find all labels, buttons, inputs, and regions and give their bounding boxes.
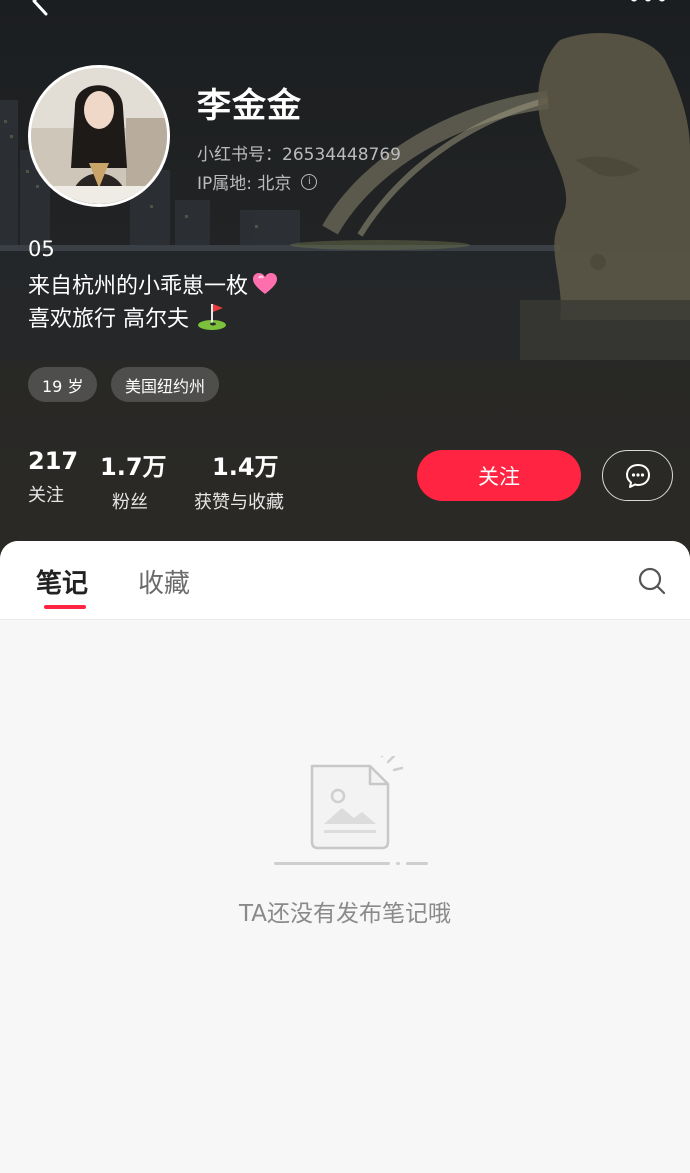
ip-location-row: IP属地: 北京 i [197,169,318,194]
follow-button[interactable]: 关注 [417,450,581,501]
message-icon [625,463,650,488]
tab-bar: 笔记 收藏 [0,541,690,620]
bio-line: 来自杭州的小乖崽一枚 [28,268,278,300]
stat-followers[interactable]: 1.7万 粉丝 [100,447,167,514]
bio-text: 喜欢旅行 高尔夫 [28,307,189,332]
more-icon[interactable] [628,0,668,4]
stat-likes-collects[interactable]: 1.4万 获赞与收藏 [194,447,284,514]
red-id: 小红书号：26534448769 [197,145,401,165]
profile-header: 李金金 小红书号：26534448769 IP属地: 北京 i 05 来自杭州的… [0,0,690,560]
heart-icon [253,273,278,294]
stat-label: 获赞与收藏 [194,492,284,513]
stat-value: 1.7万 [100,453,167,481]
message-button[interactable] [602,450,673,501]
location-tag: 美国纽约州 [111,367,220,402]
search-icon[interactable] [638,567,666,595]
back-icon[interactable] [26,0,56,16]
avatar[interactable] [28,65,170,207]
stat-label: 关注 [28,485,64,506]
bio-line: 05 [28,237,55,261]
active-tab-indicator [44,605,86,609]
stat-value: 217 [28,447,79,475]
stat-label: 粉丝 [112,492,148,513]
info-icon[interactable]: i [301,173,318,190]
content-panel: 笔记 收藏 TA还没有发布笔记哦 [0,541,690,1173]
tab-collections[interactable]: 收藏 [138,563,190,600]
tab-notes[interactable]: 笔记 [36,563,88,600]
age-tag: 19 岁 [28,367,98,402]
bio-text: 来自杭州的小乖崽一枚 [28,274,249,299]
avatar-photo [31,68,167,204]
empty-state-message: TA还没有发布笔记哦 [239,901,451,927]
empty-note-icon [274,756,428,865]
stat-following[interactable]: 217 关注 [28,447,78,507]
bio-line: 喜欢旅行 高尔夫 [28,301,227,333]
ip-location: IP属地: 北京 [197,174,292,194]
stat-value: 1.4万 [212,453,279,481]
profile-name: 李金金 [197,86,302,126]
golf-flag-icon [198,304,226,330]
